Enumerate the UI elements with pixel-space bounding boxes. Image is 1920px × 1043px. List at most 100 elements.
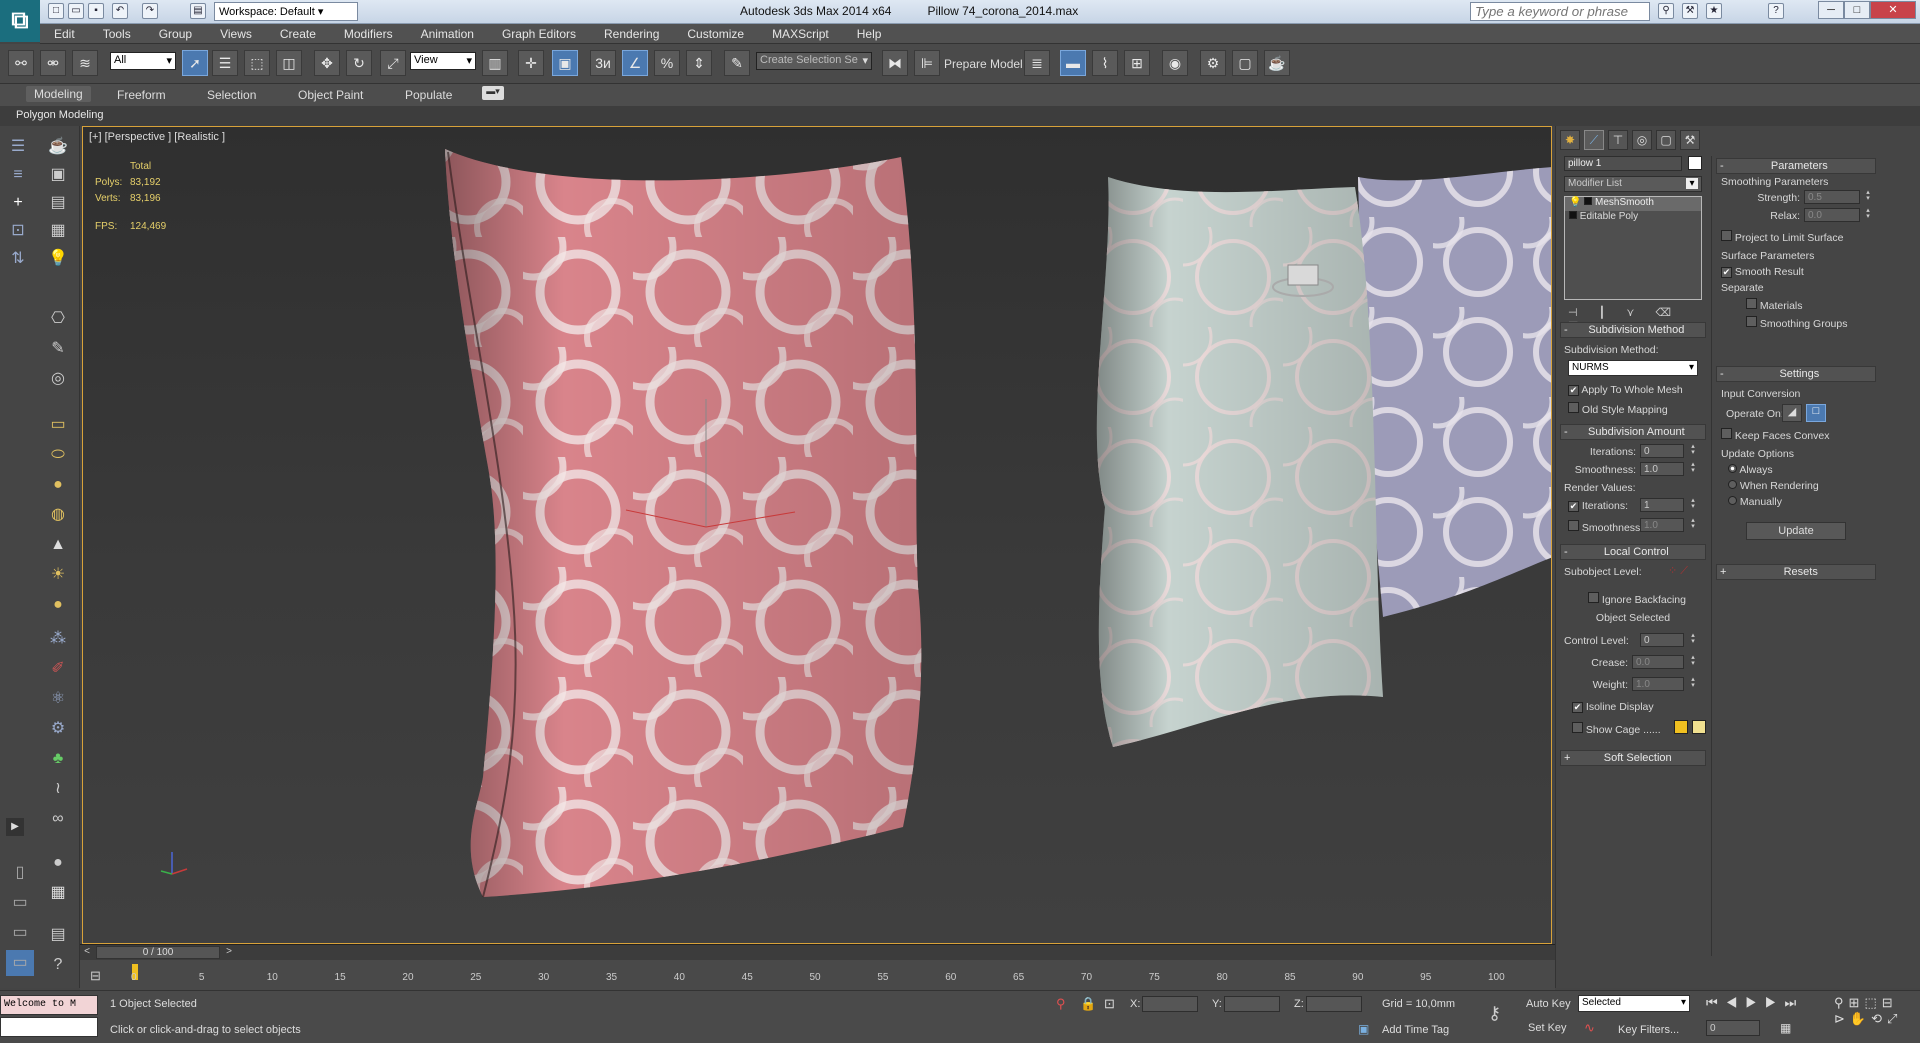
subdivision-method-rollout[interactable]: - Subdivision Method bbox=[1560, 322, 1706, 338]
add-time-tag-button[interactable]: Add Time Tag bbox=[1382, 1024, 1449, 1036]
bind-space-warp-icon[interactable]: ≋ bbox=[72, 50, 98, 76]
maximize-button[interactable]: □ bbox=[1844, 1, 1870, 19]
folder-icon[interactable]: ▤ bbox=[44, 922, 72, 948]
weight-spinner-icon[interactable]: ▴ ▾ bbox=[1688, 676, 1698, 690]
layer-manager-icon[interactable]: ≣ bbox=[1024, 50, 1050, 76]
hierarchy-tab-icon[interactable]: ⊤ bbox=[1608, 130, 1628, 150]
z-coordinate-field[interactable] bbox=[1306, 996, 1362, 1012]
render-iterations-spinner-icon[interactable]: ▴ ▾ bbox=[1688, 497, 1698, 511]
torus-icon[interactable]: ◍ bbox=[44, 502, 72, 528]
zoom-extents-all-icon[interactable]: ⊟ bbox=[1882, 995, 1898, 1010]
play-icon[interactable]: ▶ bbox=[1745, 995, 1765, 1010]
selection-lock-icon[interactable]: 🔒 bbox=[1080, 996, 1096, 1012]
materials-row[interactable]: Materials bbox=[1746, 298, 1803, 312]
apply-whole-mesh-checkbox[interactable]: ✔ bbox=[1568, 385, 1579, 396]
particles-icon[interactable]: ⁂ bbox=[44, 626, 72, 652]
schematic-view-icon[interactable]: ⊞ bbox=[1124, 50, 1150, 76]
window-crossing-icon[interactable]: ◫ bbox=[276, 50, 302, 76]
isolate-selection-icon[interactable]: ⚲ bbox=[1056, 996, 1066, 1012]
manually-row[interactable]: Manually bbox=[1728, 496, 1782, 508]
plant-icon[interactable]: ♣ bbox=[44, 746, 72, 772]
modifier-list-dropdown[interactable]: Modifier List ▾ bbox=[1564, 176, 1702, 192]
weight-field[interactable] bbox=[1632, 677, 1684, 691]
viewport-layout-4-icon[interactable]: ▭ bbox=[6, 950, 34, 976]
lavender-pillow[interactable] bbox=[1358, 167, 1552, 617]
absolute-mode-icon[interactable]: ⊡ bbox=[1104, 996, 1115, 1012]
perspective-viewport[interactable]: [+] [Perspective ] [Realistic ] Total Po… bbox=[82, 126, 1552, 944]
motion-tab-icon[interactable]: ◎ bbox=[1632, 130, 1652, 150]
utilities-tab-icon[interactable]: ⚒ bbox=[1680, 130, 1700, 150]
rendered-frame-window-icon[interactable]: ▢ bbox=[1232, 50, 1258, 76]
select-by-name-icon[interactable]: ☰ bbox=[212, 50, 238, 76]
link-icon[interactable]: ⚯ bbox=[8, 50, 34, 76]
operate-on-triangles-button[interactable]: ◢ bbox=[1782, 404, 1802, 422]
cage-color-swatch-1[interactable] bbox=[1674, 720, 1688, 734]
key-selection-set-dropdown[interactable]: Selected ▾ bbox=[1578, 995, 1690, 1012]
list-icon[interactable]: ▤ bbox=[44, 190, 72, 216]
cage-color-swatch-2[interactable] bbox=[1692, 720, 1706, 734]
when-rendering-radio[interactable] bbox=[1728, 480, 1737, 489]
viewport-layout-3-icon[interactable]: ▭ bbox=[6, 920, 34, 946]
key-tools-icon[interactable]: ⚒ bbox=[1682, 3, 1698, 19]
smooth-result-checkbox[interactable]: ✔ bbox=[1721, 267, 1732, 278]
selection-filter-dropdown[interactable]: All ▾ bbox=[110, 52, 176, 70]
search-input[interactable] bbox=[1470, 2, 1650, 21]
menu-views[interactable]: Views bbox=[220, 24, 252, 44]
toggle-ribbon-icon[interactable]: ▬ bbox=[1060, 50, 1086, 76]
scale-icon[interactable]: ⤢ bbox=[380, 50, 406, 76]
keep-faces-convex-checkbox[interactable] bbox=[1721, 428, 1732, 439]
pin-stack-icon[interactable]: ⊣ bbox=[1568, 307, 1578, 319]
menu-help[interactable]: Help bbox=[857, 24, 882, 44]
object-name-field[interactable] bbox=[1564, 156, 1682, 171]
expand-arrow-icon[interactable]: ▶ bbox=[6, 818, 24, 836]
mint-pillow[interactable] bbox=[1096, 177, 1383, 747]
scene-explorer-icon[interactable]: ☰ bbox=[4, 134, 32, 160]
hair-icon[interactable]: ≀ bbox=[44, 776, 72, 802]
soft-selection-rollout[interactable]: + Soft Selection bbox=[1560, 750, 1706, 766]
iterations-spinner-icon[interactable]: ▴ ▾ bbox=[1688, 443, 1698, 457]
maxscript-input[interactable] bbox=[0, 1017, 98, 1037]
star-icon[interactable]: ★ bbox=[1706, 3, 1722, 19]
previous-frame-icon[interactable]: ◀ bbox=[1726, 995, 1746, 1010]
pan-icon[interactable]: ✋ bbox=[1850, 1011, 1871, 1026]
paint-brush-icon[interactable]: ✐ bbox=[44, 656, 72, 682]
settings-rollout[interactable]: - Settings bbox=[1716, 366, 1876, 382]
open-file-icon[interactable]: ▭ bbox=[68, 3, 84, 19]
go-to-start-icon[interactable]: ⏮ bbox=[1706, 995, 1726, 1010]
relax-field[interactable] bbox=[1804, 208, 1860, 222]
gear-icon[interactable]: ⚙ bbox=[44, 716, 72, 742]
parameters-rollout[interactable]: - Parameters bbox=[1716, 158, 1876, 174]
subobject-vertex-edge-icons[interactable]: ⁘ ⟋ bbox=[1668, 564, 1688, 578]
angle-snap-icon[interactable]: ∠ bbox=[622, 50, 648, 76]
time-slider[interactable]: < 0 / 100 > bbox=[80, 944, 1555, 960]
remove-modifier-icon[interactable]: ⌫ bbox=[1655, 307, 1671, 319]
keep-faces-convex-row[interactable]: Keep Faces Convex bbox=[1721, 428, 1829, 442]
edit-named-selection-icon[interactable]: ✎ bbox=[724, 50, 750, 76]
smooth-result-row[interactable]: ✔ Smooth Result bbox=[1721, 266, 1804, 278]
pink-pillow[interactable] bbox=[445, 149, 922, 898]
menu-animation[interactable]: Animation bbox=[421, 24, 474, 44]
sun-icon[interactable]: ☀ bbox=[44, 562, 72, 588]
select-manipulate-icon[interactable]: ✛ bbox=[518, 50, 544, 76]
operate-on-polygons-button[interactable]: □ bbox=[1806, 404, 1826, 422]
pivot-center-icon[interactable]: ▥ bbox=[482, 50, 508, 76]
tab-modeling[interactable]: Modeling bbox=[26, 86, 91, 102]
render-production-icon[interactable]: ☕ bbox=[1264, 50, 1290, 76]
control-level-field[interactable] bbox=[1640, 633, 1684, 647]
teapot-icon[interactable]: ☕ bbox=[44, 134, 72, 160]
meshsmooth-expand-icon[interactable] bbox=[1584, 197, 1593, 205]
camera-icon[interactable]: ⎔ bbox=[44, 306, 72, 332]
crease-field[interactable] bbox=[1632, 655, 1684, 669]
render-iterations-row[interactable]: ✔ Iterations: bbox=[1568, 500, 1628, 512]
viewport-layout-2-icon[interactable]: ▭ bbox=[6, 890, 34, 916]
close-button[interactable]: ✕ bbox=[1870, 1, 1916, 19]
help-circle-icon[interactable]: ? bbox=[44, 952, 72, 978]
prepare-model-label[interactable]: Prepare Model bbox=[944, 57, 1023, 71]
paint-icon[interactable]: ✎ bbox=[44, 336, 72, 362]
unlink-icon[interactable]: ⚮ bbox=[40, 50, 66, 76]
minimize-button[interactable]: ─ bbox=[1818, 1, 1844, 19]
next-frame-icon[interactable]: ▶ bbox=[1765, 995, 1785, 1010]
apply-whole-mesh-row[interactable]: ✔ Apply To Whole Mesh bbox=[1568, 384, 1683, 396]
update-button[interactable]: Update bbox=[1746, 522, 1846, 540]
manually-radio[interactable] bbox=[1728, 496, 1737, 505]
